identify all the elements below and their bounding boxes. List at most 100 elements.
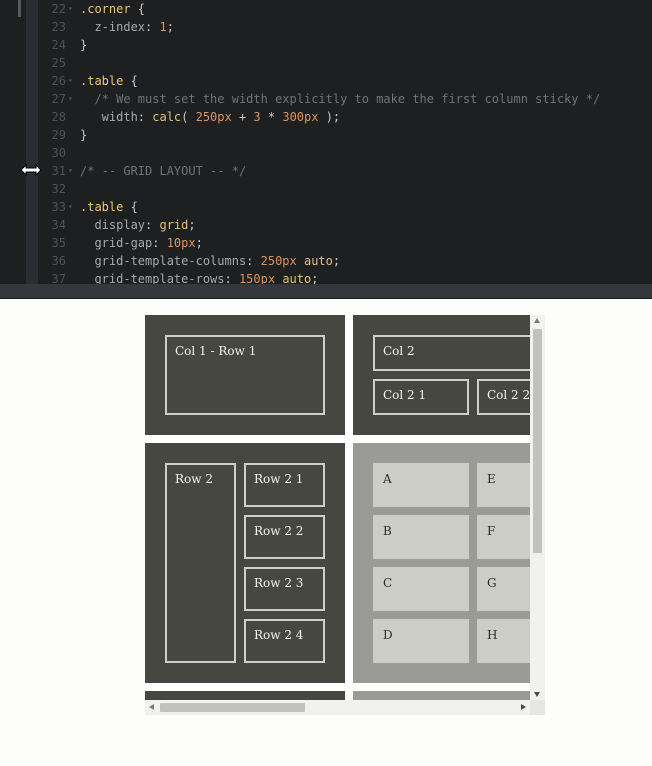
- line-number: 33: [51, 200, 66, 214]
- code-text: /* We must set the width explicitly to m…: [80, 90, 600, 108]
- fold-arrow-icon[interactable]: ▾: [68, 162, 78, 180]
- code-token: display: [80, 218, 146, 232]
- next-row-body-cell: [353, 691, 530, 700]
- col-2-1-header: Col 2 1: [373, 379, 469, 415]
- code-line[interactable]: 36 grid-template-columns: 250px auto;: [38, 252, 652, 270]
- code-line[interactable]: 35 grid-gap: 10px;: [38, 234, 652, 252]
- fold-arrow-icon[interactable]: ▾: [68, 198, 78, 216]
- code-line[interactable]: 33 ▾ .table {: [38, 198, 652, 216]
- table-viewport[interactable]: Col 1 - Row 1 Col 2 Col 2 1 Col 2 2 Row …: [145, 315, 530, 700]
- body-cell: A B C D E F G H: [353, 443, 530, 683]
- line-number: 34: [51, 218, 66, 232]
- code-line[interactable]: 24}: [38, 36, 652, 54]
- resize-horizontal-icon: [20, 162, 42, 178]
- code-token: (: [181, 110, 196, 124]
- code-token: .table: [80, 200, 124, 214]
- code-token: 1: [159, 20, 167, 34]
- pane-resize-divider[interactable]: [0, 284, 652, 299]
- corner-cell: Col 1 - Row 1: [145, 315, 345, 435]
- line-number: 28: [51, 110, 66, 124]
- code-token: /* We must set the width explicitly to m…: [80, 92, 601, 106]
- horizontal-scrollbar[interactable]: [145, 700, 530, 715]
- vertical-scroll-thumb[interactable]: [533, 329, 542, 553]
- code-text: .table {: [80, 198, 138, 216]
- code-token: :: [137, 110, 153, 124]
- tile-c: C: [373, 567, 469, 611]
- code-token: :: [145, 218, 160, 232]
- line-number: 35: [51, 236, 66, 250]
- line-number: 30: [51, 146, 66, 160]
- code-token: ;: [332, 254, 341, 268]
- tile-b: B: [373, 515, 469, 559]
- code-text: grid-gap: 10px;: [80, 234, 203, 252]
- code-line[interactable]: 25: [38, 54, 652, 72]
- tile-g: G: [477, 567, 530, 611]
- code-token: *: [260, 110, 283, 124]
- code-token: {: [123, 200, 138, 214]
- fold-arrow-icon[interactable]: ▾: [68, 0, 78, 18]
- horizontal-scroll-thumb[interactable]: [160, 703, 305, 712]
- line-number: 31: [51, 164, 66, 178]
- code-line[interactable]: 26 ▾ .table {: [38, 72, 652, 90]
- code-token: :: [152, 236, 167, 250]
- code-lines[interactable]: 22 ▾ .corner {23 z-index: 1; 24} 25 26 ▾ .table…: [38, 0, 652, 288]
- tile-h: H: [477, 619, 530, 663]
- row-header-cell: Row 2 Row 2 1 Row 2 2 Row 2 3 Row 2 4: [145, 443, 345, 683]
- code-token: 10px: [166, 236, 196, 250]
- arrow-left-icon[interactable]: [149, 704, 154, 710]
- code-line[interactable]: 34 display: grid;: [38, 216, 652, 234]
- fold-arrow-icon[interactable]: ▾: [68, 90, 78, 108]
- code-token: ;: [195, 236, 203, 250]
- corner-cell-label: Col 1 - Row 1: [165, 335, 325, 415]
- fold-arrow-icon[interactable]: ▾: [68, 72, 78, 90]
- code-token: z-index: [80, 20, 146, 34]
- code-token: {: [123, 74, 138, 88]
- line-number: 24: [51, 38, 66, 52]
- line-number: 29: [51, 128, 66, 142]
- code-text: /* -- GRID LAYOUT -- */: [80, 162, 246, 180]
- code-line[interactable]: 29}: [38, 126, 652, 144]
- code-line[interactable]: 22 ▾ .corner {: [38, 0, 652, 18]
- arrow-up-icon[interactable]: [534, 318, 540, 323]
- code-text: }: [80, 126, 87, 144]
- arrow-down-icon[interactable]: [534, 692, 540, 697]
- code-token: 300px: [282, 110, 319, 124]
- code-token: ;: [188, 218, 196, 232]
- code-token: grid-gap: [80, 236, 153, 250]
- code-line[interactable]: 31 ▾/* -- GRID LAYOUT -- */: [38, 162, 652, 180]
- line-number: 22: [51, 2, 66, 16]
- vertical-scrollbar[interactable]: [530, 315, 545, 700]
- line-number: 32: [51, 182, 66, 196]
- next-row-header-cell: [145, 691, 345, 700]
- line-number: 25: [51, 56, 66, 70]
- result-preview[interactable]: Col 1 - Row 1 Col 2 Col 2 1 Col 2 2 Row …: [145, 315, 545, 715]
- code-line[interactable]: 23 z-index: 1;: [38, 18, 652, 36]
- tile-d: D: [373, 619, 469, 663]
- col-2-2-header: Col 2 2: [477, 379, 530, 415]
- code-token: +: [231, 110, 254, 124]
- line-number: 27: [51, 92, 66, 106]
- scroll-marker: [18, 0, 21, 17]
- column-header-cell: Col 2 Col 2 1 Col 2 2: [353, 315, 530, 435]
- code-token: :: [145, 20, 160, 34]
- tile-f: F: [477, 515, 530, 559]
- line-number: 36: [51, 254, 66, 268]
- code-text: width: calc( 250px + 3 * 300px );: [80, 108, 340, 126]
- line-number: 23: [51, 20, 66, 34]
- code-text: }: [80, 36, 87, 54]
- code-line[interactable]: 27 ▾ /* We must set the width explicitly …: [38, 90, 652, 108]
- editor-gutter: [26, 0, 38, 288]
- arrow-right-icon[interactable]: [521, 704, 526, 710]
- tile-e: E: [477, 463, 530, 507]
- row-2-3-header: Row 2 3: [244, 567, 325, 611]
- code-line[interactable]: 32: [38, 180, 652, 198]
- code-token: .table: [80, 74, 124, 88]
- code-token: }: [80, 128, 88, 142]
- code-token: {: [130, 2, 146, 16]
- code-line[interactable]: 28 width: calc( 250px + 3 * 300px );: [38, 108, 652, 126]
- code-token: }: [80, 38, 88, 52]
- code-editor[interactable]: 22 ▾ .corner {23 z-index: 1; 24} 25 26 ▾ .table…: [0, 0, 652, 288]
- code-line[interactable]: 30: [38, 144, 652, 162]
- code-token: grid-template-columns: [80, 254, 247, 268]
